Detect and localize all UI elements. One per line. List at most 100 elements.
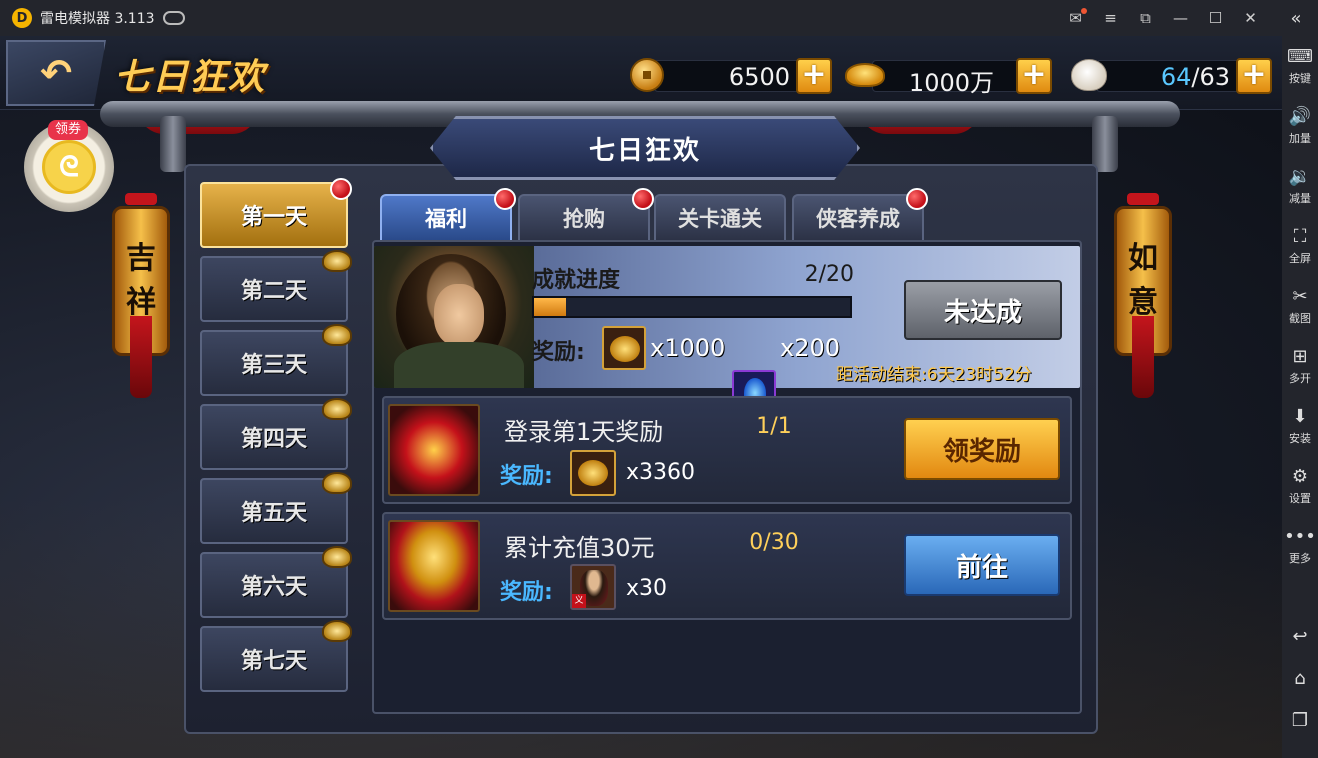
recent-apps-icon[interactable]: ❐ [1282, 700, 1318, 742]
tab-stage-clear[interactable]: 关卡通关 [654, 194, 786, 240]
back-icon[interactable]: ↩ [1282, 616, 1318, 658]
day-label: 第七天 [240, 649, 307, 674]
emulator-titlebar: D 雷电模拟器 3.113 ✉ ≡ ⧉ — ☐ ✕ « [0, 0, 1318, 36]
sidebar-item-screenshot[interactable]: ✂ 截图 [1282, 276, 1318, 336]
gear-icon: ⚙ [1291, 466, 1309, 487]
notification-dot [906, 188, 928, 210]
day-label: 第五天 [240, 501, 307, 526]
copper-value: 6500 [728, 63, 790, 91]
scroll-rod-cap-right [1092, 116, 1118, 172]
emulator-logo-icon: D [12, 8, 32, 28]
add-copper-button[interactable]: + [796, 58, 832, 94]
panel-title: 七日狂欢 [430, 116, 860, 180]
achievement-reward-label: 奖励: [532, 340, 585, 365]
ingot-value: 1000万 [908, 69, 994, 97]
achievement-progress-bar [532, 296, 852, 318]
emulator-sidebar: ⌨ 按键 🔊 加量 🔉 减量 ⛶ 全屏 ✂ 截图 ⊞ 多开 ⬇ 安装 ⚙ 设置 … [1282, 36, 1318, 758]
resize-icon[interactable]: ⧉ [1128, 0, 1163, 36]
maximize-icon[interactable]: ☐ [1198, 0, 1233, 36]
achievement-reward-1-qty: x1000 [650, 334, 726, 362]
day-label: 第四天 [240, 427, 307, 452]
gold-pile-icon[interactable] [570, 450, 616, 496]
lantern-right-tassel [1132, 316, 1154, 398]
menu-icon[interactable]: ≡ [1093, 0, 1128, 36]
coupon-badge[interactable]: ᘓ 领券 [24, 120, 114, 212]
sidebar-item-keyboard[interactable]: ⌨ 按键 [1282, 36, 1318, 96]
button-label: 领奖励 [942, 436, 1021, 467]
sidebar-item-label: 多开 [1289, 372, 1311, 385]
gold-chest-icon [388, 520, 480, 612]
scissors-icon: ✂ [1292, 286, 1308, 307]
tab-label: 关卡通关 [678, 207, 762, 231]
apk-install-icon: ⬇ [1292, 406, 1308, 427]
not-achieved-button[interactable]: 未达成 [904, 280, 1062, 340]
curved-arrow-back-icon: ↶ [40, 51, 72, 95]
sidebar-item-label: 截图 [1289, 312, 1311, 325]
task-progress: 0/30 [749, 530, 799, 555]
sidebar-item-fullscreen[interactable]: ⛶ 全屏 [1282, 216, 1318, 276]
sidebar-item-volume-down[interactable]: 🔉 减量 [1282, 156, 1318, 216]
copper-resource: 6500 + [626, 56, 836, 96]
tab-flash-sale[interactable]: 抢购 [518, 188, 654, 240]
lantern-right-char-1: 如 [1128, 241, 1158, 276]
sidebar-item-more[interactable]: ••• 更多 [1282, 516, 1318, 576]
sidebar-item-label: 设置 [1289, 492, 1311, 505]
achievement-progress-fill [534, 298, 566, 316]
task-reward-qty: x30 [626, 576, 668, 601]
sidebar-item-label: 全屏 [1289, 252, 1311, 265]
mail-icon[interactable]: ✉ [1058, 0, 1093, 36]
emulator-title: 雷电模拟器 3.113 [40, 11, 155, 27]
event-timer: 距活动结束:6天23时52分 [836, 365, 1032, 385]
lock-icon [322, 546, 352, 568]
gamepad-coupon-icon: ᘓ [42, 140, 96, 194]
day-item-3[interactable]: 第三天 [200, 324, 352, 396]
day-item-7[interactable]: 第七天 [200, 620, 352, 692]
game-topbar: ↶ 七日狂欢 6500 + 1000万 + 64/63 + [0, 36, 1282, 110]
ingot-resource: 1000万 + [844, 54, 1054, 97]
minimize-icon[interactable]: — [1163, 0, 1198, 36]
day-item-1[interactable]: 第一天 [200, 178, 352, 248]
sidebar-item-multi-open[interactable]: ⊞ 多开 [1282, 336, 1318, 396]
double-chevron-left-icon[interactable]: « [1284, 6, 1308, 30]
day-label: 第三天 [240, 353, 307, 378]
gold-ingot-icon [844, 54, 886, 96]
day-item-2[interactable]: 第二天 [200, 250, 352, 322]
tab-label: 抢购 [563, 207, 605, 231]
lock-icon [322, 324, 352, 346]
volume-up-icon: 🔊 [1288, 106, 1312, 127]
add-ingot-button[interactable]: + [1016, 58, 1052, 94]
stamina-value: 64/63 [1108, 63, 1230, 91]
add-stamina-button[interactable]: + [1236, 58, 1272, 94]
day-label: 第二天 [240, 279, 307, 304]
back-button[interactable]: ↶ [6, 40, 106, 106]
day-item-4[interactable]: 第四天 [200, 398, 352, 470]
sidebar-item-label: 安装 [1289, 432, 1311, 445]
tab-label: 侠客养成 [816, 207, 900, 231]
sidebar-item-install[interactable]: ⬇ 安装 [1282, 396, 1318, 456]
sidebar-item-label: 减量 [1289, 192, 1311, 205]
tab-hero-training[interactable]: 侠客养成 [792, 188, 928, 240]
sidebar-item-label: 加量 [1289, 132, 1311, 145]
home-icon[interactable]: ⌂ [1282, 658, 1318, 700]
sidebar-item-settings[interactable]: ⚙ 设置 [1282, 456, 1318, 516]
achievement-title: 成就进度 [532, 268, 621, 293]
lock-icon [322, 250, 352, 272]
day-item-5[interactable]: 第五天 [200, 472, 352, 544]
day-item-6[interactable]: 第六天 [200, 546, 352, 618]
close-icon[interactable]: ✕ [1233, 0, 1268, 36]
sidebar-item-volume-up[interactable]: 🔊 加量 [1282, 96, 1318, 156]
lock-icon [322, 398, 352, 420]
treasure-chest-icon [388, 404, 480, 496]
more-dots-icon: ••• [1284, 526, 1316, 547]
go-button[interactable]: 前往 [904, 534, 1060, 596]
achievement-reward-2-qty: x200 [780, 334, 841, 362]
claim-reward-button[interactable]: 领奖励 [904, 418, 1060, 480]
gold-pile-icon[interactable] [602, 326, 646, 370]
hero-portrait [374, 246, 534, 388]
achievement-count: 2/20 [804, 262, 854, 287]
hero-portrait-icon[interactable]: 义 [570, 564, 616, 610]
volume-down-icon: 🔉 [1288, 166, 1312, 187]
gamepad-icon[interactable] [162, 11, 185, 25]
button-label: 前往 [955, 552, 1008, 583]
tab-welfare[interactable]: 福利 [380, 188, 516, 240]
